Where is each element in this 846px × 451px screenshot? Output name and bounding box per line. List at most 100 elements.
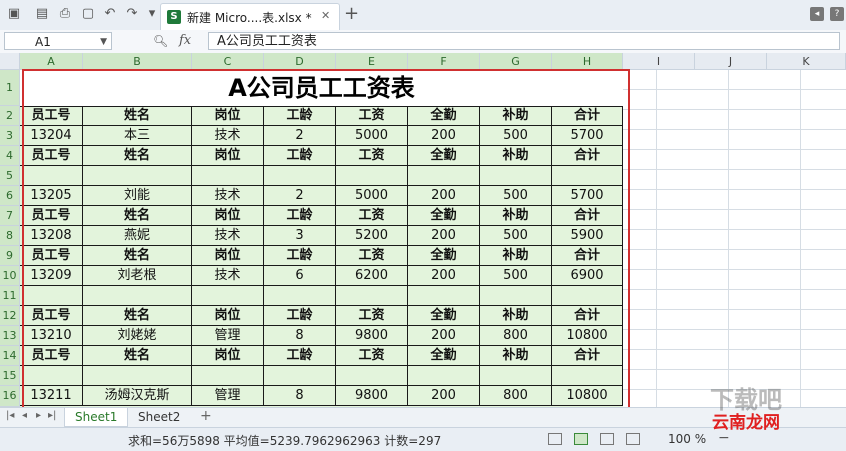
print-icon[interactable]: ⎙: [57, 6, 73, 22]
data-cell[interactable]: [552, 166, 623, 186]
new-tab-button[interactable]: +: [344, 4, 359, 24]
row-header[interactable]: 15: [0, 366, 20, 386]
data-cell[interactable]: 汤姆汉克斯: [83, 386, 192, 406]
help-icon[interactable]: ?: [830, 7, 844, 21]
zoom-level[interactable]: 100 %: [668, 432, 706, 446]
row-header[interactable]: 10: [0, 266, 20, 286]
data-cell[interactable]: [264, 286, 336, 306]
column-header-e[interactable]: E: [336, 53, 408, 70]
data-cell[interactable]: 本三: [83, 126, 192, 146]
header-cell[interactable]: 合计: [552, 346, 623, 366]
header-cell[interactable]: 合计: [552, 106, 623, 126]
row-header[interactable]: 2: [0, 106, 20, 126]
data-cell[interactable]: 200: [408, 386, 480, 406]
data-cell[interactable]: 管理: [192, 326, 264, 346]
data-cell[interactable]: 10800: [552, 386, 623, 406]
data-cell[interactable]: [192, 166, 264, 186]
data-cell[interactable]: [408, 366, 480, 386]
header-cell[interactable]: 姓名: [83, 106, 192, 126]
header-cell[interactable]: 工龄: [264, 206, 336, 226]
data-cell[interactable]: 5700: [552, 186, 623, 206]
data-cell[interactable]: 800: [480, 326, 552, 346]
header-cell[interactable]: 姓名: [83, 246, 192, 266]
data-cell[interactable]: 9800: [336, 386, 408, 406]
row-header[interactable]: 12: [0, 306, 20, 326]
data-cell[interactable]: 8: [264, 326, 336, 346]
header-cell[interactable]: 员工号: [20, 246, 83, 266]
column-header-i[interactable]: I: [623, 53, 695, 70]
header-cell[interactable]: 全勤: [408, 306, 480, 326]
data-cell[interactable]: 200: [408, 226, 480, 246]
data-cell[interactable]: 管理: [192, 386, 264, 406]
empty-grid[interactable]: [623, 70, 846, 407]
header-cell[interactable]: 合计: [552, 306, 623, 326]
data-cell[interactable]: 10800: [552, 326, 623, 346]
data-cell[interactable]: 13208: [20, 226, 83, 246]
page-layout-view-icon[interactable]: [574, 433, 588, 445]
row-header[interactable]: 13: [0, 326, 20, 346]
data-cell[interactable]: [408, 286, 480, 306]
header-cell[interactable]: 合计: [552, 246, 623, 266]
data-cell[interactable]: 2: [264, 126, 336, 146]
data-cell[interactable]: 5000: [336, 186, 408, 206]
export-pdf-icon[interactable]: ▤: [34, 6, 50, 22]
column-header-d[interactable]: D: [264, 53, 336, 70]
first-sheet-icon[interactable]: |◂: [6, 410, 14, 421]
data-cell[interactable]: 燕妮: [83, 226, 192, 246]
data-cell[interactable]: 500: [480, 266, 552, 286]
data-cell[interactable]: 3: [264, 226, 336, 246]
data-cell[interactable]: [264, 166, 336, 186]
header-cell[interactable]: 员工号: [20, 146, 83, 166]
page-break-view-icon[interactable]: [600, 433, 614, 445]
data-cell[interactable]: 5900: [552, 226, 623, 246]
undo-icon[interactable]: ↶: [102, 6, 118, 22]
header-cell[interactable]: 工资: [336, 106, 408, 126]
data-cell[interactable]: 技术: [192, 186, 264, 206]
data-cell[interactable]: 200: [408, 126, 480, 146]
header-cell[interactable]: 工龄: [264, 306, 336, 326]
header-cell[interactable]: 全勤: [408, 146, 480, 166]
open-folder-icon[interactable]: ▣: [6, 6, 22, 22]
data-cell[interactable]: [408, 166, 480, 186]
data-cell[interactable]: 6900: [552, 266, 623, 286]
header-cell[interactable]: 工资: [336, 306, 408, 326]
header-cell[interactable]: 补助: [480, 306, 552, 326]
header-cell[interactable]: 工资: [336, 146, 408, 166]
sheet-tab-1[interactable]: Sheet1: [64, 408, 129, 427]
data-cell[interactable]: 500: [480, 226, 552, 246]
data-cell[interactable]: [552, 366, 623, 386]
header-cell[interactable]: 工资: [336, 346, 408, 366]
header-cell[interactable]: 姓名: [83, 346, 192, 366]
row-header[interactable]: 16: [0, 386, 20, 407]
row-header[interactable]: 1: [0, 70, 20, 106]
data-cell[interactable]: 8: [264, 386, 336, 406]
header-cell[interactable]: 全勤: [408, 246, 480, 266]
select-all-corner[interactable]: [0, 53, 20, 70]
name-box[interactable]: A1 ▼: [4, 32, 112, 50]
header-cell[interactable]: 合计: [552, 206, 623, 226]
data-cell[interactable]: 13205: [20, 186, 83, 206]
data-cell[interactable]: 13210: [20, 326, 83, 346]
customize-dropdown-icon[interactable]: ▾: [144, 6, 160, 22]
document-tab[interactable]: S 新建 Micro....表.xlsx * ✕: [160, 3, 340, 31]
data-cell[interactable]: 刘能: [83, 186, 192, 206]
header-cell[interactable]: 工资: [336, 206, 408, 226]
row-header[interactable]: 9: [0, 246, 20, 266]
header-cell[interactable]: 合计: [552, 146, 623, 166]
reading-mode-icon[interactable]: [626, 433, 640, 445]
data-cell[interactable]: [480, 166, 552, 186]
cell-grid[interactable]: A公司员工工资表 员工号 姓名 岗位 工龄 工资 全勤 补助 合计 13204 本三 技术 2 5000…: [20, 70, 623, 407]
header-cell[interactable]: 岗位: [192, 346, 264, 366]
data-cell[interactable]: [83, 286, 192, 306]
column-header-c[interactable]: C: [192, 53, 264, 70]
header-cell[interactable]: 员工号: [20, 206, 83, 226]
data-cell[interactable]: [192, 286, 264, 306]
data-cell[interactable]: [264, 366, 336, 386]
data-cell[interactable]: 200: [408, 186, 480, 206]
redo-icon[interactable]: ↷: [124, 6, 140, 22]
header-cell[interactable]: 工龄: [264, 146, 336, 166]
data-cell[interactable]: 13211: [20, 386, 83, 406]
header-cell[interactable]: 员工号: [20, 306, 83, 326]
data-cell[interactable]: 技术: [192, 126, 264, 146]
data-cell[interactable]: [83, 166, 192, 186]
